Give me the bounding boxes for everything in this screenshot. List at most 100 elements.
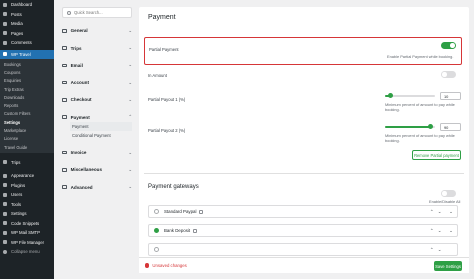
chevron-down-icon: ⌄ (128, 184, 132, 190)
nav-group-email[interactable]: Email ⌄ (62, 61, 132, 70)
dashboard-icon (3, 2, 7, 7)
payment-icon (62, 115, 67, 120)
payout-2-slider-fill (385, 126, 430, 128)
submenu-trip-extras[interactable]: Trip Extras (0, 85, 54, 93)
submenu-custom-filters[interactable]: Custom Filters (0, 110, 54, 118)
payout-1-input[interactable]: 10 (440, 92, 461, 100)
payout-2-input[interactable]: 90 (440, 123, 461, 131)
nav-group-label: General (70, 28, 88, 34)
wp-menu-settings[interactable]: Settings (0, 209, 54, 219)
gateway-row-bank-deposit[interactable]: Bank Deposit ⌃ ⌄ ⌄ (148, 224, 458, 237)
code-icon (3, 221, 7, 226)
section-divider (144, 173, 464, 174)
wp-menu-label: Comments (11, 40, 32, 46)
wp-menu-plugins[interactable]: Plugins (0, 180, 54, 190)
general-icon (62, 29, 67, 33)
nav-group-label: Checkout (70, 97, 92, 103)
wp-menu-tools[interactable]: Tools (0, 199, 54, 209)
wp-menu-appearance[interactable]: Appearance (0, 171, 54, 181)
wp-menu-label: Plugins (11, 182, 26, 188)
subnav-payment[interactable]: Payment (70, 121, 132, 131)
gateway-status-icon (154, 209, 159, 214)
nav-group-checkout[interactable]: Checkout ⌄ (62, 95, 132, 104)
trips-icon (3, 160, 7, 165)
gateway-status-icon (154, 247, 159, 252)
nav-group-miscellaneous[interactable]: Miscellaneous ⌄ (62, 165, 132, 174)
reorder-arrows[interactable]: ⌃ ⌄ (430, 209, 443, 215)
submenu-settings[interactable]: Settings (0, 118, 54, 126)
submenu-downloads[interactable]: Downloads (0, 93, 54, 101)
wrench-icon (3, 202, 7, 207)
folder-icon (3, 240, 7, 245)
payout-1-slider[interactable] (385, 93, 435, 99)
mail-icon (3, 230, 7, 235)
wp-menu-wp-mail-smtp[interactable]: WP Mail SMTP (0, 228, 54, 238)
chevron-down-icon[interactable]: ⌄ (449, 209, 453, 215)
nav-group-payment[interactable]: Payment ⌃ (62, 113, 132, 122)
subnav-conditional-payment[interactable]: Conditional Payment (72, 131, 132, 140)
users-icon (3, 192, 7, 197)
reorder-arrows[interactable]: ⌃ ⌄ (430, 247, 443, 253)
chevron-down-icon: ⌄ (128, 149, 132, 155)
partial-payment-toggle[interactable] (441, 42, 456, 49)
nav-group-advanced[interactable]: Advanced ⌄ (62, 183, 132, 192)
payout-1-slider-handle[interactable] (387, 93, 393, 99)
wp-menu-wp-file-manager[interactable]: WP File Manager (0, 237, 54, 247)
submenu-marketplace[interactable]: Marketplace (0, 126, 54, 134)
quick-search-input[interactable] (74, 10, 126, 15)
unsaved-changes-notice: Unsaved changes (145, 263, 187, 268)
submenu-coupons[interactable]: Coupons (0, 68, 54, 76)
in-amount-toggle[interactable] (441, 71, 456, 78)
checkout-icon (62, 98, 67, 102)
nav-group-label: Miscellaneous (70, 167, 102, 173)
gateway-name: Standard Paypal (164, 209, 197, 214)
media-icon (3, 21, 7, 26)
nav-group-general[interactable]: General ⌄ (62, 26, 132, 35)
payment-subnav: Payment Conditional Payment (62, 121, 132, 140)
collapse-menu-button[interactable]: Collapse menu (0, 247, 54, 257)
reorder-arrows[interactable]: ⌃ ⌄ (430, 228, 443, 234)
payout-2-slider-handle[interactable] (427, 124, 433, 130)
wp-menu-comments[interactable]: Comments (0, 38, 54, 48)
nav-group-account[interactable]: Account ⌄ (62, 78, 132, 87)
payout-2-slider[interactable] (385, 124, 435, 130)
quick-search-box[interactable] (62, 7, 132, 18)
misc-icon (62, 168, 67, 172)
submenu-enquiries[interactable]: Enquiries (0, 77, 54, 85)
wp-menu-dashboard[interactable]: Dashboard (0, 0, 54, 10)
submenu-license[interactable]: License (0, 135, 54, 143)
chevron-down-icon: ⌄ (128, 45, 132, 51)
payment-settings-panel: Payment Partial Payment Enable Partial P… (139, 7, 469, 273)
chevron-down-icon: ⌄ (128, 79, 132, 85)
submenu-bookings[interactable]: Bookings (0, 60, 54, 68)
wp-menu-label: Posts (11, 11, 22, 17)
settings-footer: Unsaved changes Save Settings (139, 257, 469, 273)
submenu-travel-guide[interactable]: Travel Guide (0, 143, 54, 151)
save-settings-button[interactable]: Save Settings (434, 261, 462, 271)
enable-all-gateways-label: Enable/Disable All (429, 199, 461, 204)
chevron-down-icon[interactable]: ⌄ (449, 228, 453, 234)
enable-all-gateways-toggle[interactable] (441, 190, 456, 197)
gateway-row-standard-paypal[interactable]: Standard Paypal ⌃ ⌄ ⌄ (148, 205, 458, 218)
collapse-icon (3, 249, 7, 254)
wp-menu-users[interactable]: Users (0, 190, 54, 200)
brush-icon (3, 173, 7, 178)
chevron-down-icon: ⌄ (128, 27, 132, 33)
wp-menu-code-snippets[interactable]: Code Snippets (0, 218, 54, 228)
remove-partial-payment-button[interactable]: Remove Partial payment (412, 150, 461, 160)
wp-menu-pages[interactable]: Pages (0, 29, 54, 39)
wp-menu-media[interactable]: Media (0, 19, 54, 29)
wp-menu-label: Trips (11, 159, 21, 165)
wp-menu-posts[interactable]: Posts (0, 10, 54, 20)
nav-group-invoice[interactable]: Invoice ⌄ (62, 148, 132, 157)
wp-menu-label: Pages (11, 30, 24, 36)
gateway-row-third[interactable]: ⌃ ⌄ (148, 243, 458, 256)
invoice-icon (62, 150, 67, 155)
wp-menu-wp-travel[interactable]: WP Travel (0, 49, 54, 59)
partial-payment-description: Enable Partial Payment while booking. (387, 54, 454, 59)
wp-menu-label: Settings (11, 211, 27, 217)
wp-menu-trips[interactable]: Trips (0, 157, 54, 167)
submenu-reports[interactable]: Reports (0, 101, 54, 109)
nav-group-label: Email (70, 62, 83, 68)
nav-group-trips[interactable]: Trips ⌄ (62, 44, 132, 53)
